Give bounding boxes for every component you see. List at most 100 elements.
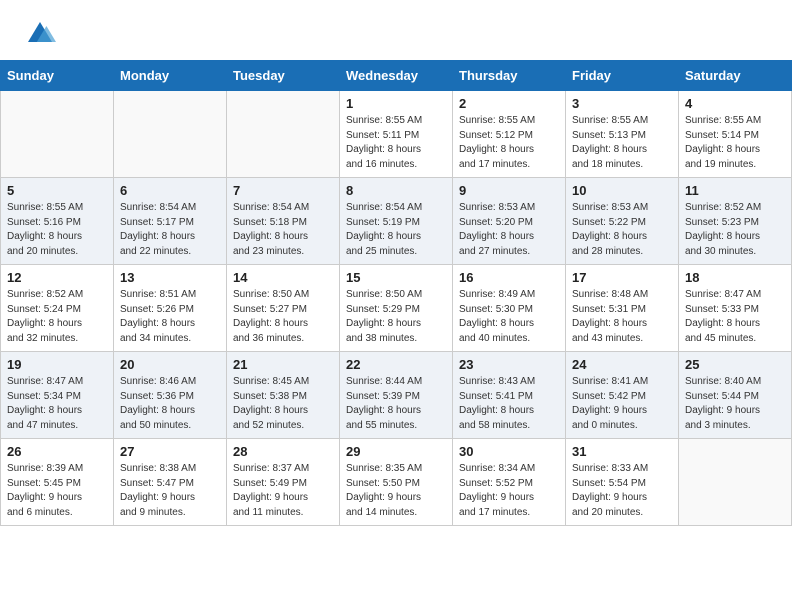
day-info: Sunrise: 8:38 AM Sunset: 5:47 PM Dayligh… xyxy=(120,462,220,520)
day-info: Sunrise: 8:53 AM Sunset: 5:22 PM Dayligh… xyxy=(572,201,672,259)
calendar-week-row: 26 Sunrise: 8:39 AM Sunset: 5:45 PM Dayli… xyxy=(1,439,792,526)
day-info: Sunrise: 8:33 AM Sunset: 5:54 PM Dayligh… xyxy=(572,462,672,520)
calendar-week-row: 1Sunrise: 8:55 AM Sunset: 5:11 PM Daylig… xyxy=(1,91,792,178)
calendar-header-row: SundayMondayTuesdayWednesdayThursdayFrid… xyxy=(1,61,792,91)
day-info: Sunrise: 8:41 AM Sunset: 5:42 PM Dayligh… xyxy=(572,375,672,433)
day-info: Sunrise: 8:47 AM Sunset: 5:33 PM Dayligh… xyxy=(685,288,785,346)
calendar-day-13: 13Sunrise: 8:51 AM Sunset: 5:26 PM Dayli… xyxy=(114,265,227,352)
day-info: Sunrise: 8:35 AM Sunset: 5:50 PM Dayligh… xyxy=(346,462,446,520)
calendar-header-monday: Monday xyxy=(114,61,227,91)
day-info: Sunrise: 8:34 AM Sunset: 5:52 PM Dayligh… xyxy=(459,462,559,520)
calendar-header-thursday: Thursday xyxy=(453,61,566,91)
day-info: Sunrise: 8:52 AM Sunset: 5:23 PM Dayligh… xyxy=(685,201,785,259)
calendar-day-25: 25Sunrise: 8:40 AM Sunset: 5:44 PM Dayli… xyxy=(679,352,792,439)
calendar-day-22: 22 Sunrise: 8:44 AM Sunset: 5:39 PM Dayli… xyxy=(340,352,453,439)
calendar-day-5: 5 Sunrise: 8:55 AM Sunset: 5:16 PM Daylig… xyxy=(1,178,114,265)
day-number: 10 xyxy=(572,183,672,198)
calendar-day-10: 10 Sunrise: 8:53 AM Sunset: 5:22 PM Dayli… xyxy=(566,178,679,265)
day-number: 19 xyxy=(7,357,107,372)
calendar-header-saturday: Saturday xyxy=(679,61,792,91)
day-number: 2 xyxy=(459,96,559,111)
day-number: 27 xyxy=(120,444,220,459)
calendar-empty-cell xyxy=(679,439,792,526)
day-number: 22 xyxy=(346,357,446,372)
day-info: Sunrise: 8:51 AM Sunset: 5:26 PM Dayligh… xyxy=(120,288,220,346)
day-number: 7 xyxy=(233,183,333,198)
calendar-day-7: 7Sunrise: 8:54 AM Sunset: 5:18 PM Daylig… xyxy=(227,178,340,265)
calendar-day-8: 8 Sunrise: 8:54 AM Sunset: 5:19 PM Daylig… xyxy=(340,178,453,265)
day-number: 25 xyxy=(685,357,785,372)
calendar-day-19: 19 Sunrise: 8:47 AM Sunset: 5:34 PM Dayli… xyxy=(1,352,114,439)
day-info: Sunrise: 8:44 AM Sunset: 5:39 PM Dayligh… xyxy=(346,375,446,433)
calendar-header-friday: Friday xyxy=(566,61,679,91)
day-number: 12 xyxy=(7,270,107,285)
calendar-day-20: 20 Sunrise: 8:46 AM Sunset: 5:36 PM Dayli… xyxy=(114,352,227,439)
day-number: 3 xyxy=(572,96,672,111)
day-number: 20 xyxy=(120,357,220,372)
calendar-day-29: 29 Sunrise: 8:35 AM Sunset: 5:50 PM Dayli… xyxy=(340,439,453,526)
calendar-day-2: 2 Sunrise: 8:55 AM Sunset: 5:12 PM Daylig… xyxy=(453,91,566,178)
day-number: 29 xyxy=(346,444,446,459)
calendar-day-28: 28 Sunrise: 8:37 AM Sunset: 5:49 PM Dayli… xyxy=(227,439,340,526)
calendar-day-3: 3 Sunrise: 8:55 AM Sunset: 5:13 PM Daylig… xyxy=(566,91,679,178)
day-info: Sunrise: 8:50 AM Sunset: 5:29 PM Dayligh… xyxy=(346,288,446,346)
day-info: Sunrise: 8:47 AM Sunset: 5:34 PM Dayligh… xyxy=(7,375,107,433)
calendar-day-9: 9Sunrise: 8:53 AM Sunset: 5:20 PM Daylig… xyxy=(453,178,566,265)
day-info: Sunrise: 8:55 AM Sunset: 5:13 PM Dayligh… xyxy=(572,114,672,172)
day-number: 18 xyxy=(685,270,785,285)
day-info: Sunrise: 8:52 AM Sunset: 5:24 PM Dayligh… xyxy=(7,288,107,346)
calendar-day-31: 31Sunrise: 8:33 AM Sunset: 5:54 PM Dayli… xyxy=(566,439,679,526)
day-number: 1 xyxy=(346,96,446,111)
day-number: 26 xyxy=(7,444,107,459)
day-number: 28 xyxy=(233,444,333,459)
calendar-day-4: 4 Sunrise: 8:55 AM Sunset: 5:14 PM Daylig… xyxy=(679,91,792,178)
day-number: 5 xyxy=(7,183,107,198)
day-number: 24 xyxy=(572,357,672,372)
calendar-day-6: 6Sunrise: 8:54 AM Sunset: 5:17 PM Daylig… xyxy=(114,178,227,265)
day-number: 4 xyxy=(685,96,785,111)
day-number: 16 xyxy=(459,270,559,285)
day-number: 9 xyxy=(459,183,559,198)
day-number: 8 xyxy=(346,183,446,198)
calendar-week-row: 19 Sunrise: 8:47 AM Sunset: 5:34 PM Dayli… xyxy=(1,352,792,439)
day-number: 14 xyxy=(233,270,333,285)
header xyxy=(0,0,792,60)
calendar-header-tuesday: Tuesday xyxy=(227,61,340,91)
day-info: Sunrise: 8:48 AM Sunset: 5:31 PM Dayligh… xyxy=(572,288,672,346)
calendar-day-16: 16Sunrise: 8:49 AM Sunset: 5:30 PM Dayli… xyxy=(453,265,566,352)
calendar-day-12: 12 Sunrise: 8:52 AM Sunset: 5:24 PM Dayli… xyxy=(1,265,114,352)
calendar-week-row: 5 Sunrise: 8:55 AM Sunset: 5:16 PM Daylig… xyxy=(1,178,792,265)
calendar-day-17: 17 Sunrise: 8:48 AM Sunset: 5:31 PM Dayli… xyxy=(566,265,679,352)
day-info: Sunrise: 8:55 AM Sunset: 5:16 PM Dayligh… xyxy=(7,201,107,259)
calendar-day-27: 27 Sunrise: 8:38 AM Sunset: 5:47 PM Dayli… xyxy=(114,439,227,526)
calendar-header-wednesday: Wednesday xyxy=(340,61,453,91)
calendar-day-18: 18 Sunrise: 8:47 AM Sunset: 5:33 PM Dayli… xyxy=(679,265,792,352)
day-info: Sunrise: 8:39 AM Sunset: 5:45 PM Dayligh… xyxy=(7,462,107,520)
calendar-day-30: 30 Sunrise: 8:34 AM Sunset: 5:52 PM Dayli… xyxy=(453,439,566,526)
day-info: Sunrise: 8:55 AM Sunset: 5:14 PM Dayligh… xyxy=(685,114,785,172)
calendar-day-24: 24 Sunrise: 8:41 AM Sunset: 5:42 PM Dayli… xyxy=(566,352,679,439)
calendar: SundayMondayTuesdayWednesdayThursdayFrid… xyxy=(0,60,792,526)
calendar-day-15: 15Sunrise: 8:50 AM Sunset: 5:29 PM Dayli… xyxy=(340,265,453,352)
day-number: 30 xyxy=(459,444,559,459)
day-info: Sunrise: 8:37 AM Sunset: 5:49 PM Dayligh… xyxy=(233,462,333,520)
day-info: Sunrise: 8:54 AM Sunset: 5:17 PM Dayligh… xyxy=(120,201,220,259)
calendar-empty-cell xyxy=(227,91,340,178)
day-info: Sunrise: 8:45 AM Sunset: 5:38 PM Dayligh… xyxy=(233,375,333,433)
calendar-day-21: 21Sunrise: 8:45 AM Sunset: 5:38 PM Dayli… xyxy=(227,352,340,439)
day-info: Sunrise: 8:55 AM Sunset: 5:12 PM Dayligh… xyxy=(459,114,559,172)
logo xyxy=(24,18,60,50)
day-number: 11 xyxy=(685,183,785,198)
day-info: Sunrise: 8:46 AM Sunset: 5:36 PM Dayligh… xyxy=(120,375,220,433)
calendar-day-26: 26 Sunrise: 8:39 AM Sunset: 5:45 PM Dayli… xyxy=(1,439,114,526)
calendar-header-sunday: Sunday xyxy=(1,61,114,91)
logo-icon xyxy=(24,18,56,50)
day-info: Sunrise: 8:54 AM Sunset: 5:19 PM Dayligh… xyxy=(346,201,446,259)
calendar-day-14: 14 Sunrise: 8:50 AM Sunset: 5:27 PM Dayli… xyxy=(227,265,340,352)
day-number: 17 xyxy=(572,270,672,285)
calendar-day-11: 11 Sunrise: 8:52 AM Sunset: 5:23 PM Dayli… xyxy=(679,178,792,265)
day-number: 23 xyxy=(459,357,559,372)
day-info: Sunrise: 8:50 AM Sunset: 5:27 PM Dayligh… xyxy=(233,288,333,346)
calendar-empty-cell xyxy=(114,91,227,178)
calendar-week-row: 12 Sunrise: 8:52 AM Sunset: 5:24 PM Dayli… xyxy=(1,265,792,352)
